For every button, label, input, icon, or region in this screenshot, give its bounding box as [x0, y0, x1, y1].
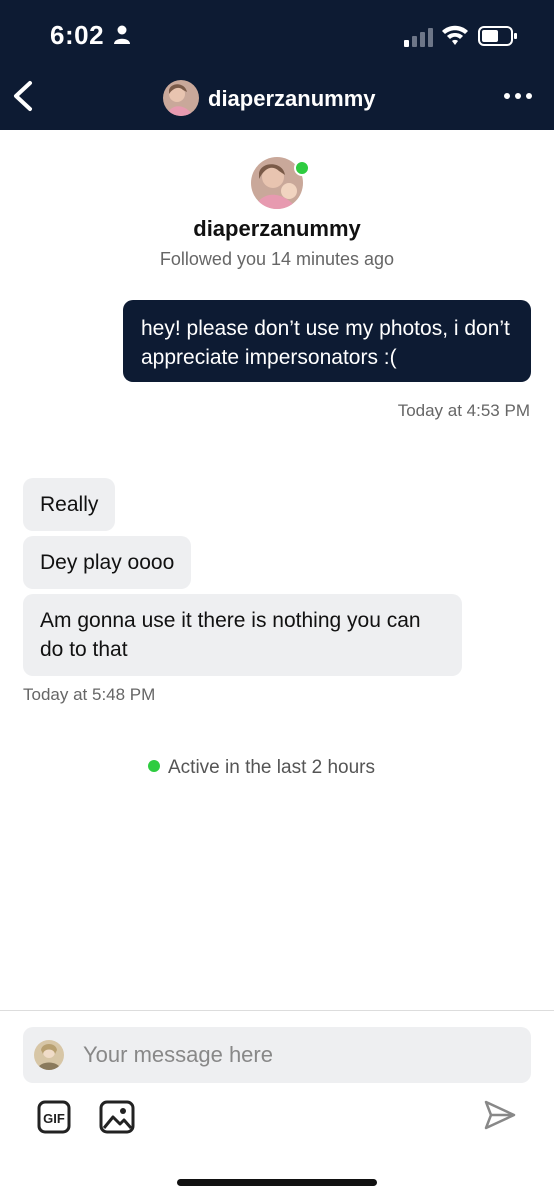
outgoing-message[interactable]: hey! please don’t use my photos, i don’t… — [123, 300, 531, 382]
incoming-message[interactable]: Really — [23, 478, 116, 531]
message-composer — [23, 1027, 531, 1083]
back-icon[interactable] — [10, 80, 36, 112]
gif-icon[interactable]: GIF — [37, 1100, 71, 1134]
activity-text: Active in the last 2 hours — [168, 757, 375, 778]
person-icon — [114, 25, 130, 44]
header-title[interactable]: diaperzanummy — [208, 86, 376, 112]
send-icon[interactable] — [483, 1098, 517, 1132]
status-bar: 6:02 — [0, 0, 554, 62]
composer-avatar — [34, 1040, 64, 1070]
avatar[interactable] — [163, 80, 199, 116]
incoming-message[interactable]: Am gonna use it there is nothing you can… — [23, 594, 462, 676]
message-input[interactable] — [83, 1037, 513, 1073]
incoming-message[interactable]: Dey play oooo — [23, 536, 192, 589]
status-time: 6:02 — [50, 20, 105, 50]
active-dot-icon — [148, 760, 160, 772]
battery-icon — [478, 26, 517, 46]
more-options-icon[interactable] — [503, 92, 533, 100]
profile-name[interactable]: diaperzanummy — [0, 216, 554, 242]
svg-text:GIF: GIF — [43, 1111, 65, 1126]
activity-status: Active in the last 2 hours — [148, 757, 375, 779]
image-icon[interactable] — [99, 1100, 135, 1134]
divider — [0, 1010, 554, 1011]
message-timestamp: Today at 4:53 PM — [397, 401, 530, 420]
home-indicator — [177, 1179, 377, 1186]
conversation-header: diaperzanummy — [0, 62, 554, 130]
online-indicator — [294, 160, 310, 176]
follow-status: Followed you 14 minutes ago — [159, 249, 395, 269]
wifi-icon — [442, 25, 468, 45]
profile-avatar-group[interactable] — [251, 157, 311, 209]
signal-icon — [404, 28, 433, 47]
message-timestamp: Today at 5:48 PM — [23, 685, 156, 704]
